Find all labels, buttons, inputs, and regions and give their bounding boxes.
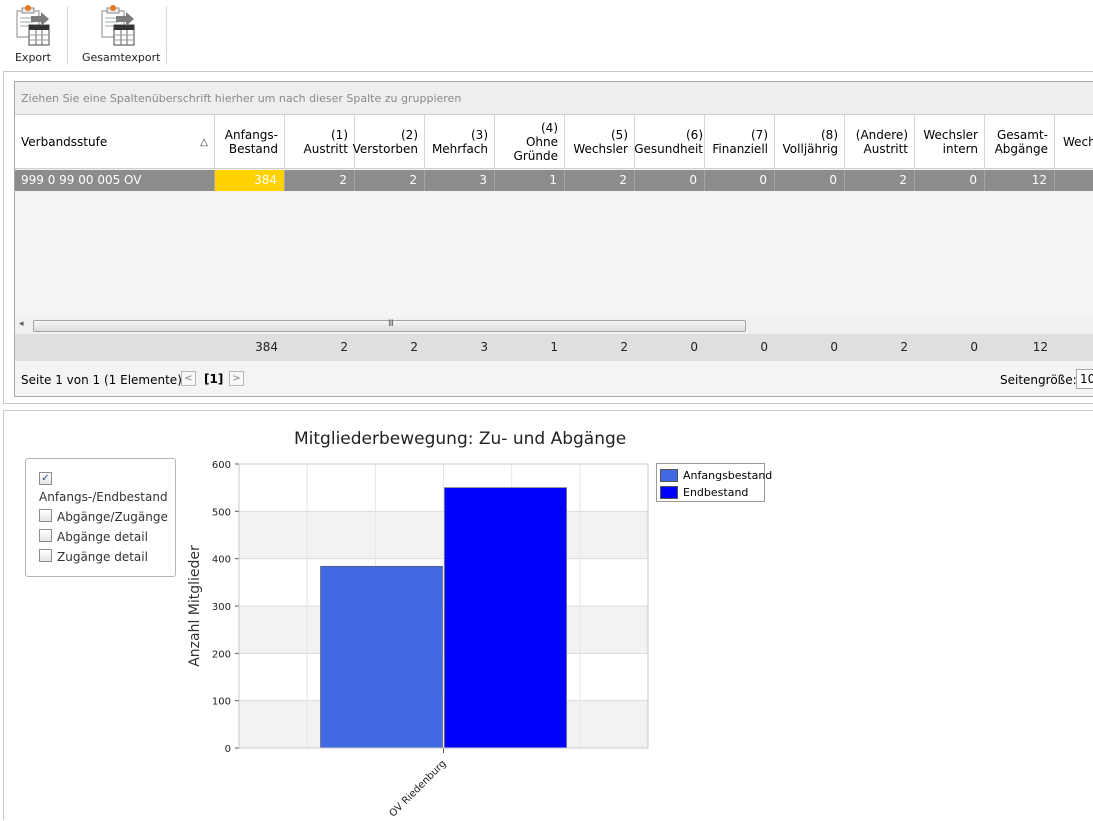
gesamtexport-label: Gesamtexport (82, 51, 161, 64)
y-tick-label: 500 (212, 507, 231, 518)
bar-endbestand (444, 487, 567, 749)
legend-label: Endbestand (683, 486, 749, 499)
column-header-andere-austritt[interactable]: (Andere) Austritt (845, 115, 915, 169)
column-header-verbandsstufe[interactable]: Verbandsstufe △ (15, 115, 215, 169)
cell-gesamt-abgaenge[interactable]: 12 (985, 170, 1055, 191)
export-all-icon (101, 5, 135, 46)
toolbar: Export Gesamtexport (0, 0, 1093, 70)
export-button[interactable]: Export (11, 4, 55, 64)
total-ohne-gruende: 1 (550, 340, 558, 354)
chart-legend: Anfangsbestand Endbestand (656, 463, 772, 502)
cell-anfangsbestand[interactable]: 384 (215, 170, 285, 191)
option-label-abgaenge-detail: Abgänge detail (57, 530, 148, 544)
cell-volljaehrig[interactable]: 0 (775, 170, 845, 191)
column-header-anfangsbestand[interactable]: Anfangs- Bestand (215, 115, 285, 169)
column-header-volljaehrig[interactable]: (8) Volljährig (775, 115, 845, 169)
legend-swatch (660, 486, 678, 499)
pager-current-page: [1] (204, 372, 224, 386)
option-label-zugaenge-detail: Zugänge detail (57, 550, 148, 564)
total-austritt: 2 (340, 340, 348, 354)
grid-header-row: Verbandsstufe △ Anfangs- Bestand (1) Aus… (15, 115, 1093, 169)
checkbox-zugaenge-detail[interactable] (39, 549, 52, 562)
total-volljaehrig: 0 (830, 340, 838, 354)
y-tick-label: 100 (212, 697, 231, 708)
cell-verbandsstufe[interactable]: 999 0 99 00 005 OV Riedenburg (15, 170, 215, 208)
total-mehrfach: 3 (480, 340, 488, 354)
cell-wechsler-more[interactable] (1055, 170, 1093, 191)
cell-andere-austritt[interactable]: 2 (845, 170, 915, 191)
total-gesamt-abgaenge: 12 (1032, 340, 1048, 354)
total-verstorben: 2 (410, 340, 418, 354)
checkbox-abgaenge-zugaenge[interactable] (39, 509, 52, 522)
total-gesundheit: 0 (690, 340, 698, 354)
column-header-wechsler-intern[interactable]: Wechsler intern (915, 115, 985, 169)
checkbox-anfangs-endbestand[interactable]: ✓ (39, 472, 52, 485)
legend-label: Anfangsbestand (683, 469, 773, 482)
legend-swatch (660, 469, 678, 482)
cell-austritt[interactable]: 2 (285, 170, 355, 191)
y-tick-label: 300 (212, 602, 231, 613)
column-header-gesamt-abgaenge[interactable]: Gesamt- Abgänge (985, 115, 1055, 169)
cell-wechsler[interactable]: 2 (565, 170, 635, 191)
bar-anfangsbestand (320, 565, 443, 749)
scrollbar-grip-icon: III (388, 319, 394, 329)
column-header-wechsler[interactable]: (5) Wechsler (565, 115, 635, 169)
cell-gesundheit[interactable]: 0 (635, 170, 705, 191)
scrollbar-thumb[interactable]: III (33, 319, 746, 332)
bar-chart: 0 100 200 300 400 500 600 OV Riedenburg Anzahl M… (187, 460, 649, 819)
total-anfangsbestand: 384 (255, 340, 278, 354)
sort-ascending-icon: △ (200, 137, 208, 148)
total-wechsler: 2 (620, 340, 628, 354)
chart-title: Mitgliederbewegung: Zu- und Abgänge (294, 429, 627, 449)
total-wechsler-intern: 0 (970, 340, 978, 354)
horizontal-scrollbar[interactable]: ◂ III (15, 318, 1093, 334)
column-header-wechsler-more[interactable]: Wech (1055, 115, 1093, 169)
column-header-mehrfach[interactable]: (3) Mehrfach (425, 115, 495, 169)
scroll-left-icon[interactable]: ◂ (19, 319, 24, 329)
cell-verstorben[interactable]: 2 (355, 170, 425, 191)
grid-panel: Ziehen Sie eine Spaltenüberschrift hierh… (3, 71, 1093, 404)
y-axis-label: Anzahl Mitglieder (187, 545, 203, 667)
page-size-label: Seitengröße: (1000, 373, 1077, 387)
pager-summary: Seite 1 von 1 (1 Elemente) (21, 373, 182, 387)
toolbar-separator (67, 6, 68, 64)
y-tick-label: 200 (212, 649, 231, 660)
group-by-panel[interactable]: Ziehen Sie eine Spaltenüberschrift hierh… (15, 82, 1093, 115)
y-tick-label: 600 (212, 460, 231, 471)
page-size-input[interactable] (1076, 369, 1093, 389)
column-header-finanziell[interactable]: (7) Finanziell (705, 115, 775, 169)
column-header-gesundheit[interactable]: (6) Gesundheit (634, 115, 705, 169)
cell-ohne-gruende[interactable]: 1 (495, 170, 565, 191)
grid-empty-area (15, 191, 1093, 318)
total-andere-austritt: 2 (900, 340, 908, 354)
toolbar-separator (166, 6, 167, 64)
column-header-ohne-gruende[interactable]: (4) Ohne Gründe (495, 115, 565, 169)
chart-panel: ✓ Anfangs-/Endbestand Abgänge/Zugänge Ab… (3, 410, 1093, 820)
checkbox-abgaenge-detail[interactable] (39, 529, 52, 542)
table-row[interactable]: 999 0 99 00 005 OV Riedenburg 384 2 2 3 … (15, 170, 1093, 208)
option-label-anfangs-endbestand: Anfangs-/Endbestand (39, 490, 168, 504)
cell-wechsler-intern[interactable]: 0 (915, 170, 985, 191)
chart-options-box: ✓ Anfangs-/Endbestand Abgänge/Zugänge Ab… (25, 458, 176, 577)
data-grid: Ziehen Sie eine Spaltenüberschrift hierh… (14, 81, 1093, 397)
export-label: Export (14, 51, 51, 64)
column-header-austritt[interactable]: (1) Austritt (285, 115, 355, 169)
total-finanziell: 0 (760, 340, 768, 354)
grid-totals-row: 384 2 2 3 1 2 0 0 0 2 0 12 (15, 334, 1093, 361)
y-tick-label: 0 (225, 744, 231, 755)
pager: Seite 1 von 1 (1 Elemente) < [1] > Seite… (15, 361, 1093, 396)
cell-mehrfach[interactable]: 3 (425, 170, 495, 191)
pager-next-button[interactable]: > (229, 371, 244, 386)
pager-prev-button[interactable]: < (181, 371, 196, 386)
x-tick-label: OV Riedenburg (388, 758, 449, 819)
gesamtexport-button[interactable]: Gesamtexport (82, 4, 161, 64)
export-icon (16, 5, 50, 46)
column-header-label: Verbandsstufe (21, 135, 108, 149)
cell-finanziell[interactable]: 0 (705, 170, 775, 191)
column-header-verstorben[interactable]: (2) Verstorben (353, 115, 425, 169)
option-label-abgaenge-zugaenge: Abgänge/Zugänge (57, 510, 168, 524)
y-tick-label: 400 (212, 555, 231, 566)
